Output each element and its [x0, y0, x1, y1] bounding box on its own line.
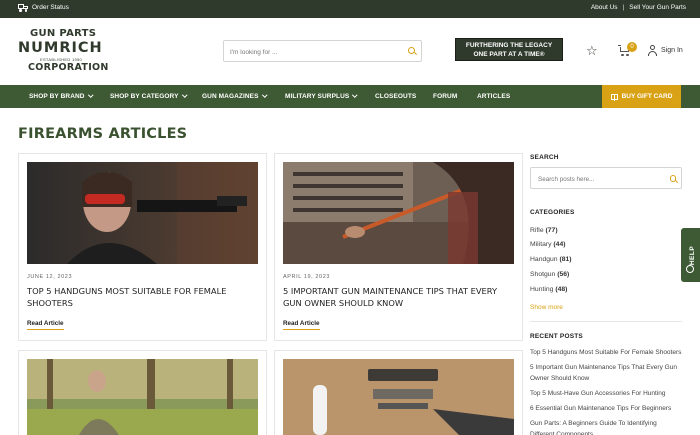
nav-articles[interactable]: ARTICLES [477, 85, 510, 108]
category-item-military[interactable]: Military (44) [530, 241, 566, 248]
truck-icon [18, 4, 28, 12]
order-status-label: Order Status [32, 4, 69, 11]
help-tab[interactable]: HELP [681, 228, 700, 282]
category-name: Military [530, 241, 552, 248]
recent-post-link[interactable]: 6 Essential Gun Maintenance Tips For Beg… [530, 403, 682, 414]
site-logo[interactable]: GUN PARTS NUMRICH ESTABLISHED 1950 CORPO… [18, 28, 108, 76]
buy-gift-card-button[interactable]: BUY GIFT CARD [602, 85, 681, 108]
categories-heading: CATEGORIES [530, 209, 575, 216]
logo-line-4: CORPORATION [28, 62, 109, 73]
chevron-down-icon [87, 91, 93, 97]
article-image[interactable] [27, 162, 258, 264]
sidebar-search-heading: SEARCH [530, 154, 559, 161]
post-search-input[interactable] [531, 169, 661, 190]
recent-post-link[interactable]: 5 Important Gun Maintenance Tips That Ev… [530, 362, 682, 384]
article-card[interactable]: JUNE 12, 2023 Top 5 Handguns Most Suitab… [18, 153, 267, 341]
article-card[interactable]: APRIL 19, 2023 5 Important Gun Maintenan… [274, 153, 523, 341]
gift-icon [610, 93, 618, 101]
article-card[interactable] [18, 350, 267, 435]
category-name: Hunting [530, 286, 554, 293]
recent-posts-heading: RECENT POSTS [530, 333, 583, 340]
category-item-rifle[interactable]: Rifle (77) [530, 227, 558, 234]
article-date: APRIL 19, 2023 [283, 274, 331, 280]
recent-post-link[interactable]: Top 5 Must-Have Gun Accessories For Hunt… [530, 388, 682, 399]
recent-post-link[interactable]: Gun Parts: A Beginners Guide To Identify… [530, 418, 682, 435]
top-bar: Order Status About Us | Sell Your Gun Pa… [0, 0, 700, 18]
chevron-down-icon [261, 91, 267, 97]
show-more-link[interactable]: Show more [530, 304, 563, 311]
recent-post-link[interactable]: Top 5 Handguns Most Suitable For Female … [530, 347, 682, 358]
nav-label: SHOP BY CATEGORY [110, 93, 179, 100]
cart-count-badge: 0 [627, 42, 637, 52]
chevron-down-icon [352, 91, 358, 97]
article-card[interactable] [274, 350, 523, 435]
page-title: FIREARMS ARTICLES [18, 126, 188, 142]
article-image[interactable] [27, 359, 258, 435]
nav-military-surplus[interactable]: MILITARY SURPLUS [285, 85, 358, 108]
main-nav: SHOP BY BRAND SHOP BY CATEGORY GUN MAGAZ… [0, 85, 700, 108]
category-name: Rifle [530, 227, 544, 234]
category-count: (81) [559, 256, 572, 263]
legacy-banner: FURTHERING THE LEGACY ONE PART AT A TIME… [455, 38, 563, 61]
about-us-link[interactable]: About Us [591, 4, 618, 11]
category-item-handgun[interactable]: Handgun (81) [530, 256, 572, 263]
nav-gun-magazines[interactable]: GUN MAGAZINES [202, 85, 267, 108]
site-search-input[interactable] [224, 42, 394, 63]
nav-shop-by-category[interactable]: SHOP BY CATEGORY [110, 85, 187, 108]
category-name: Shotgun [530, 271, 556, 278]
user-icon[interactable] [648, 45, 657, 56]
chevron-down-icon [181, 91, 187, 97]
nav-shop-by-brand[interactable]: SHOP BY BRAND [29, 85, 93, 108]
help-icon [686, 265, 694, 273]
category-count: (48) [555, 286, 568, 293]
logo-line-1: GUN PARTS [30, 28, 97, 39]
nav-label: MILITARY SURPLUS [285, 93, 350, 100]
logo-line-2: NUMRICH [18, 40, 103, 56]
gift-card-label: BUY GIFT CARD [621, 93, 673, 100]
search-icon[interactable] [669, 175, 676, 182]
nav-label: GUN MAGAZINES [202, 93, 259, 100]
order-status-link[interactable]: Order Status [18, 4, 69, 12]
sidebar-search [530, 167, 682, 190]
site-search [223, 40, 422, 63]
article-title[interactable]: Top 5 Handguns Most Suitable For Female … [27, 285, 252, 309]
category-count: (77) [545, 227, 558, 234]
search-icon[interactable] [408, 47, 415, 54]
sidebar-divider [530, 321, 682, 322]
sign-in-link[interactable]: Sign In [661, 47, 683, 54]
article-image[interactable] [283, 359, 514, 435]
category-count: (56) [557, 271, 570, 278]
nav-label: SHOP BY BRAND [29, 93, 85, 100]
topbar-separator: | [622, 4, 625, 11]
sell-gun-parts-link[interactable]: Sell Your Gun Parts [629, 4, 686, 11]
category-name: Handgun [530, 256, 558, 263]
nav-closeouts[interactable]: CLOSEOUTS [375, 85, 416, 108]
read-article-link[interactable]: Read Article [283, 320, 320, 330]
article-date: JUNE 12, 2023 [27, 274, 73, 280]
legacy-banner-line-2: ONE PART AT A TIME® [473, 51, 545, 58]
article-title[interactable]: 5 Important Gun Maintenance Tips That Ev… [283, 285, 508, 309]
legacy-banner-line-1: FURTHERING THE LEGACY [465, 42, 553, 49]
help-label: HELP [689, 245, 697, 266]
category-item-shotgun[interactable]: Shotgun (56) [530, 271, 569, 278]
category-item-hunting[interactable]: Hunting (48) [530, 286, 567, 293]
nav-forum[interactable]: FORUM [433, 85, 457, 108]
article-image[interactable] [283, 162, 514, 264]
read-article-link[interactable]: Read Article [27, 320, 64, 330]
wishlist-star-icon[interactable]: ☆ [586, 44, 598, 57]
category-count: (44) [553, 241, 566, 248]
